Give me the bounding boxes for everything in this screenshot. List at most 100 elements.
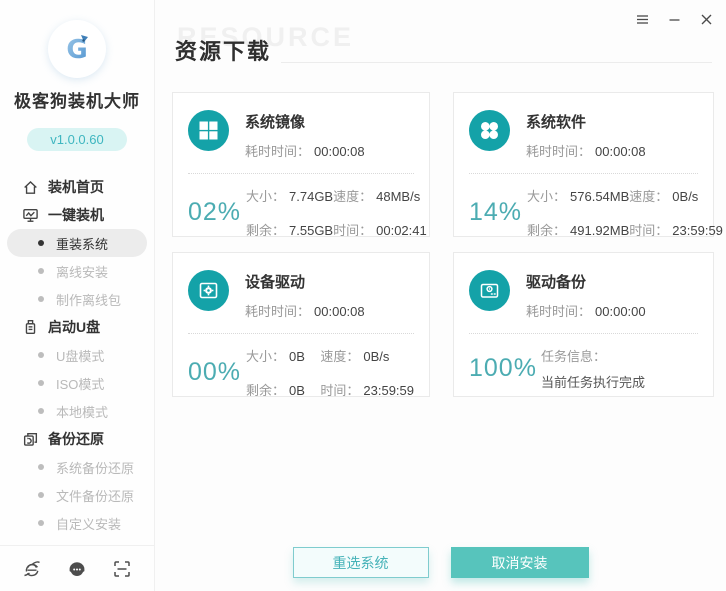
- stat-label: 时间：: [629, 223, 668, 238]
- sidebar-item-boot-usb[interactable]: 启动U盘: [0, 313, 154, 341]
- disk-backup-icon: [469, 270, 510, 311]
- bullet-icon: [38, 464, 44, 470]
- header-divider: [281, 62, 712, 63]
- customer-support-icon[interactable]: [67, 559, 87, 579]
- stat-value: 48MB/s: [376, 189, 420, 204]
- sidebar-item-onekey-install[interactable]: 一键装机: [0, 201, 154, 229]
- dotted-divider: [188, 333, 414, 334]
- bullet-icon: [38, 380, 44, 386]
- driver-gear-icon: [188, 270, 229, 311]
- bullet-icon: [38, 268, 44, 274]
- elapsed-label: 耗时时间：: [245, 144, 310, 159]
- stat-value: 23:59:59: [363, 383, 414, 398]
- version-badge: v1.0.0.60: [27, 128, 127, 151]
- sidebar-item-usb-mode[interactable]: U盘模式: [0, 341, 154, 369]
- stat-value: 0B: [289, 349, 305, 364]
- scan-qr-icon[interactable]: [112, 559, 132, 579]
- sidebar-item-reinstall-system[interactable]: 重装系统: [7, 229, 147, 257]
- sidebar: G 极客狗装机大师 v1.0.0.60 装机首页 一键装机: [0, 0, 155, 591]
- stat-value: 0B: [289, 383, 305, 398]
- menu-icon[interactable]: [634, 11, 650, 27]
- bullet-icon: [38, 408, 44, 414]
- sidebar-item-label: 启动U盘: [48, 317, 100, 337]
- sidebar-item-custom-install[interactable]: 自定义安装: [0, 509, 154, 537]
- stat-label: 剩余：: [246, 383, 285, 398]
- sidebar-item-label: 备份还原: [48, 429, 104, 449]
- app-logo: G: [48, 20, 106, 78]
- reselect-system-button[interactable]: 重选系统: [293, 547, 429, 578]
- elapsed-label: 耗时时间：: [526, 304, 591, 319]
- dotted-divider: [469, 333, 698, 334]
- sidebar-item-label: 制作离线包: [56, 290, 121, 309]
- task-status-text: 当前任务执行完成: [541, 372, 645, 391]
- sidebar-item-make-offline-pack[interactable]: 制作离线包: [0, 285, 154, 313]
- card-title: 设备驱动: [245, 270, 365, 292]
- elapsed-value: 00:00:00: [595, 304, 646, 319]
- bullet-icon: [38, 296, 44, 302]
- apps-icon: [469, 110, 510, 151]
- progress-percent: 100%: [469, 354, 537, 383]
- card-device-driver: 设备驱动 耗时时间：00:00:08 00% 大小：0B 速度：0B/s 剩余：…: [172, 252, 430, 397]
- stat-value: 491.92MB: [570, 223, 629, 238]
- window-controls: [634, 11, 714, 27]
- cancel-install-button[interactable]: 取消安装: [451, 547, 589, 578]
- bullet-icon: [38, 492, 44, 498]
- main-content: RESOURCE 资源下载 系统镜像 耗时时间： 00:00:08: [155, 0, 726, 591]
- close-icon[interactable]: [698, 11, 714, 27]
- stat-label: 速度：: [333, 189, 372, 204]
- card-driver-backup: 驱动备份 耗时时间：00:00:00 100% 任务信息： 当前任务执行完成: [453, 252, 714, 397]
- sidebar-item-label: 系统备份还原: [56, 458, 134, 477]
- elapsed-value: 00:00:08: [314, 304, 365, 319]
- page-title: 资源下载: [175, 34, 271, 66]
- stat-label: 时间：: [320, 383, 359, 398]
- footer-actions: 重选系统 取消安装: [155, 547, 726, 578]
- stat-label: 剩余：: [527, 223, 566, 238]
- usb-drive-icon: [22, 319, 39, 336]
- card-title: 系统软件: [526, 110, 646, 132]
- stat-value: 7.55GB: [289, 223, 333, 238]
- card-system-software: 系统软件 耗时时间：00:00:08 14% 大小：576.54MB 速度：0B…: [453, 92, 714, 237]
- monitor-icon: [22, 207, 39, 224]
- sidebar-footer: [0, 545, 154, 591]
- sidebar-item-iso-mode[interactable]: ISO模式: [0, 369, 154, 397]
- stat-value: 0B/s: [672, 189, 698, 204]
- sidebar-item-local-mode[interactable]: 本地模式: [0, 397, 154, 425]
- ie-browser-icon[interactable]: [22, 559, 42, 579]
- stat-value: 00:02:41: [376, 223, 427, 238]
- stat-label: 大小：: [246, 189, 285, 204]
- windows-icon: [188, 110, 229, 151]
- sidebar-item-offline-install[interactable]: 离线安装: [0, 257, 154, 285]
- stat-value: 576.54MB: [570, 189, 629, 204]
- stat-label: 剩余：: [246, 223, 285, 238]
- bullet-icon: [38, 520, 44, 526]
- card-system-image: 系统镜像 耗时时间：00:00:08 02% 大小：7.74GB 速度：48MB…: [172, 92, 430, 237]
- card-title: 驱动备份: [526, 270, 646, 292]
- sidebar-item-label: 重装系统: [56, 234, 108, 253]
- sidebar-nav: 装机首页 一键装机 重装系统 离线安装 制作离线包: [0, 173, 154, 537]
- stat-label: 大小：: [527, 189, 566, 204]
- sidebar-item-label: U盘模式: [56, 346, 104, 365]
- minimize-icon[interactable]: [666, 11, 682, 27]
- home-icon: [22, 179, 39, 196]
- sidebar-item-label: 装机首页: [48, 177, 104, 197]
- elapsed-value: 00:00:08: [595, 144, 646, 159]
- bullet-icon: [38, 240, 44, 246]
- card-title: 系统镜像: [245, 110, 365, 132]
- sidebar-item-system-backup-restore[interactable]: 系统备份还原: [0, 453, 154, 481]
- page-header: RESOURCE 资源下载: [175, 34, 712, 66]
- stat-label: 速度：: [320, 349, 359, 364]
- progress-percent: 00%: [188, 358, 242, 387]
- sidebar-item-backup-restore[interactable]: 备份还原: [0, 425, 154, 453]
- sidebar-item-file-backup-restore[interactable]: 文件备份还原: [0, 481, 154, 509]
- stat-label: 时间：: [333, 223, 372, 238]
- dotted-divider: [469, 173, 698, 174]
- bullet-icon: [38, 352, 44, 358]
- sidebar-item-label: ISO模式: [56, 374, 104, 393]
- sidebar-item-label: 离线安装: [56, 262, 108, 281]
- sidebar-item-install-home[interactable]: 装机首页: [0, 173, 154, 201]
- app-window: G 极客狗装机大师 v1.0.0.60 装机首页 一键装机: [0, 0, 726, 591]
- dog-logo-icon: G: [57, 29, 97, 69]
- elapsed-label: 耗时时间：: [245, 304, 310, 319]
- stat-value: 23:59:59: [672, 223, 723, 238]
- stat-value: 0B/s: [363, 349, 389, 364]
